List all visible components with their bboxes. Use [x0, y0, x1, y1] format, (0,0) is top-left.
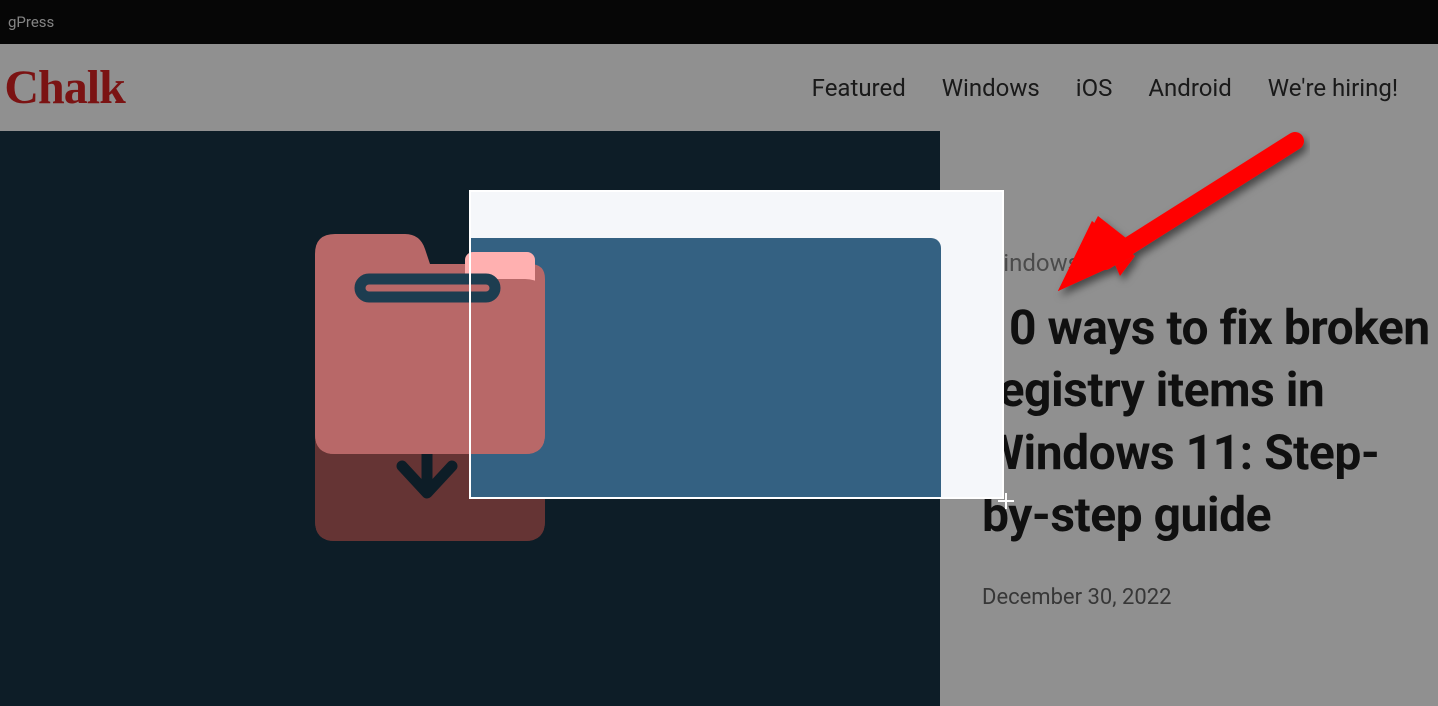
article-title[interactable]: 10 ways to fix broken registry items in …	[982, 297, 1438, 547]
content-area: Windows 10 ways to fix broken registry i…	[0, 131, 1438, 706]
article-date: December 30, 2022	[982, 585, 1438, 610]
featured-image[interactable]	[0, 131, 940, 706]
nav-hiring[interactable]: We're hiring!	[1268, 74, 1398, 102]
site-header: ds Chalk Featured Windows iOS Android We…	[0, 44, 1438, 131]
page-container: ds Chalk Featured Windows iOS Android We…	[0, 44, 1438, 706]
browser-tab-title: gPress	[8, 13, 54, 31]
nav-featured[interactable]: Featured	[812, 74, 906, 102]
nav-ios[interactable]: iOS	[1076, 74, 1113, 102]
main-nav: Featured Windows iOS Android We're hirin…	[812, 74, 1398, 102]
article-sidebar: Windows 10 ways to fix broken registry i…	[940, 131, 1438, 706]
browser-tab-bar: gPress	[0, 0, 1438, 44]
nav-android[interactable]: Android	[1148, 74, 1231, 102]
folder-download-icon	[310, 311, 545, 541]
site-logo[interactable]: ds Chalk	[0, 60, 125, 115]
article-category[interactable]: Windows	[982, 249, 1438, 277]
nav-windows[interactable]: Windows	[942, 74, 1040, 102]
